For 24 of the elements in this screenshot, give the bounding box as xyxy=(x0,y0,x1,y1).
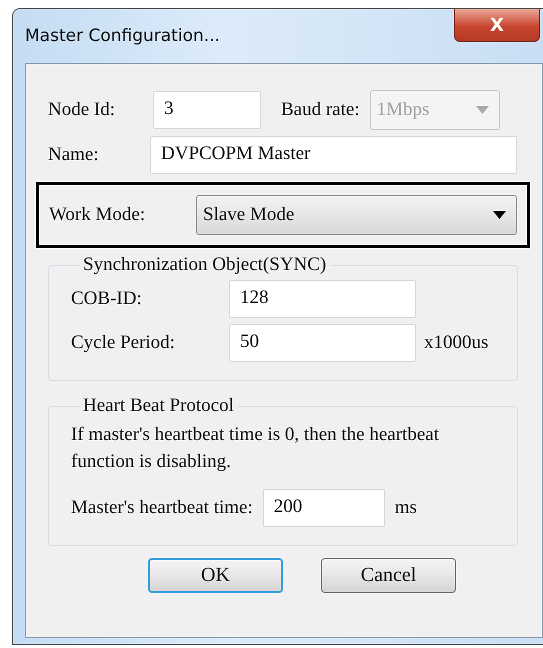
input-field[interactable]: 200 xyxy=(262,489,385,527)
field-label: Node Id: xyxy=(48,99,116,121)
help-text: If master's heartbeat time is 0, then the heartbeat function is disabling. xyxy=(71,423,440,474)
window-title: Master Configuration... xyxy=(25,26,220,46)
caret-icon xyxy=(476,106,489,114)
unit-label: ms xyxy=(394,497,417,519)
input-field[interactable]: 128 xyxy=(229,280,416,318)
dropdown[interactable]: Slave Mode xyxy=(196,195,517,235)
field-label: Work Mode: xyxy=(49,204,146,226)
caret-icon xyxy=(493,211,506,219)
field-label: Name: xyxy=(48,144,100,166)
ok-button[interactable]: OK xyxy=(148,558,283,593)
input-field[interactable]: 50 xyxy=(229,324,416,362)
group-title: Synchronization Object(SYNC) xyxy=(82,254,328,276)
field-label: Baud rate: xyxy=(281,99,360,121)
field-label: Cycle Period: xyxy=(71,332,176,354)
input-field[interactable]: DVPCOPM Master xyxy=(150,136,517,174)
input-field[interactable]: 3 xyxy=(153,91,261,129)
field-label: COB-ID: xyxy=(71,288,143,310)
group-title: Heart Beat Protocol xyxy=(82,395,235,417)
close-button[interactable]: X xyxy=(454,9,540,42)
cancel-button[interactable]: Cancel xyxy=(321,558,456,593)
unit-label: x1000us xyxy=(424,332,488,354)
field-label: Master's heartbeat time: xyxy=(71,497,253,519)
